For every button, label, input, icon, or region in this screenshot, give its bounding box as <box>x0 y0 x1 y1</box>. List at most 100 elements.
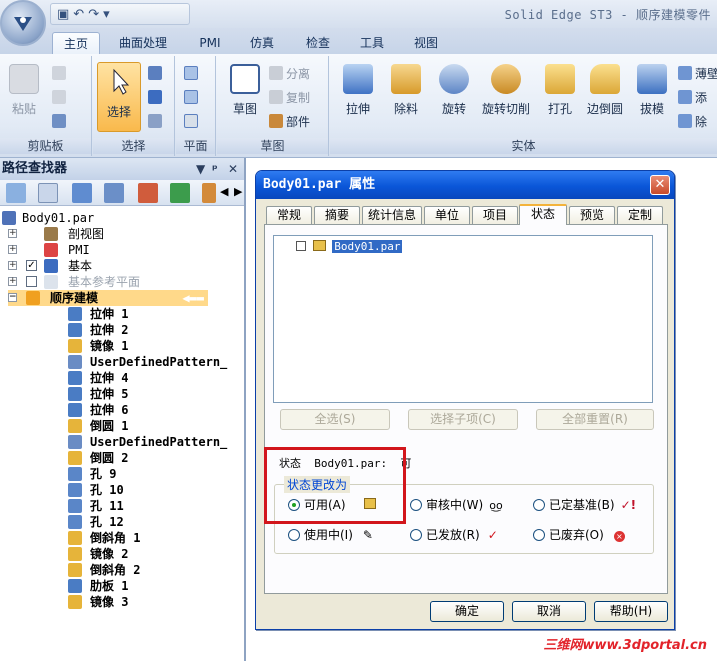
tree-feature[interactable]: UserDefinedPattern_ <box>68 434 227 450</box>
remove-icon <box>678 114 692 128</box>
tab-project[interactable]: 项目 <box>472 206 518 224</box>
layers-icon[interactable] <box>6 183 26 203</box>
radio-in-work[interactable]: 使用中(I) ✎ <box>288 527 373 543</box>
redo-icon[interactable]: ↷ <box>88 7 99 22</box>
draft-button[interactable]: 拔模 <box>632 64 672 117</box>
tab-general[interactable]: 常规 <box>266 206 312 224</box>
tab-surfacing[interactable]: 曲面处理 <box>108 32 178 54</box>
customize-qat-icon[interactable]: ▾ <box>103 7 110 22</box>
tree-feature[interactable]: 倒斜角 2 <box>68 562 140 578</box>
help-button[interactable]: 帮助(H) <box>594 601 668 622</box>
select-button[interactable]: 选择 <box>97 62 141 132</box>
tab-inspect[interactable]: 检查 <box>296 32 340 54</box>
sensors-icon[interactable] <box>138 183 158 203</box>
tree-feature[interactable]: 拉伸 6 <box>68 402 128 418</box>
application-button[interactable] <box>0 0 46 46</box>
tree-feature[interactable]: UserDefinedPattern_ <box>68 354 227 370</box>
pin-icon[interactable]: ᵖ <box>212 158 218 180</box>
cancel-button[interactable]: 取消 <box>512 601 586 622</box>
tree-feature[interactable]: 倒圆 2 <box>68 450 128 466</box>
filter-icon[interactable] <box>148 88 165 108</box>
select-all-button[interactable]: 全选(S) <box>280 409 390 430</box>
undo-icon[interactable]: ↶ <box>73 7 84 22</box>
tab-tools[interactable]: 工具 <box>350 32 394 54</box>
tree-item-ref-planes[interactable]: + 基本参考平面 <box>8 274 140 290</box>
document-list[interactable]: Body01.par <box>273 235 653 403</box>
pane-menu-icon[interactable]: ▼ <box>196 158 205 180</box>
tree-item-section[interactable]: + 剖视图 <box>8 226 104 242</box>
radio-in-review[interactable]: 审核中(W) o͜o <box>410 497 503 513</box>
thin-wall-button[interactable]: 薄壁 <box>678 64 717 84</box>
extrude-button[interactable]: 拉伸 <box>338 64 378 117</box>
list-item[interactable]: Body01.par <box>296 240 403 253</box>
tree-feature[interactable]: 拉伸 1 <box>68 306 128 322</box>
tree-feature[interactable]: 孔 12 <box>68 514 124 530</box>
tab-simulation[interactable]: 仿真 <box>240 32 284 54</box>
revolve-cut-button[interactable]: 旋转切削 <box>480 64 532 117</box>
revolve-button[interactable]: 旋转 <box>434 64 474 117</box>
lock-icon <box>312 240 326 251</box>
tree-feature[interactable]: 肋板 1 <box>68 578 128 594</box>
more-icon[interactable] <box>202 183 216 203</box>
results-icon[interactable] <box>170 183 190 203</box>
cut-button[interactable]: 除料 <box>386 64 426 117</box>
tree-feature[interactable]: 镜像 3 <box>68 594 128 610</box>
save-icon[interactable]: ▣ <box>57 7 69 22</box>
remove-button[interactable]: 除 <box>678 112 707 132</box>
select-tools-icon[interactable] <box>148 112 165 132</box>
copy-button[interactable]: 复制 <box>269 88 310 108</box>
tab-view[interactable]: 视图 <box>404 32 448 54</box>
round-button[interactable]: 边倒圆 <box>582 64 628 117</box>
add-button[interactable]: 添 <box>678 88 707 108</box>
copy-icon[interactable] <box>52 88 69 108</box>
tree-feature[interactable]: 孔 9 <box>68 466 116 482</box>
tab-home[interactable]: 主页 <box>52 32 100 54</box>
tree-feature[interactable]: 镜像 1 <box>68 338 128 354</box>
tab-status[interactable]: 状态 <box>519 204 567 225</box>
part-button[interactable]: 部件 <box>269 112 310 132</box>
dialog-title: Body01.par 属性 <box>263 177 376 192</box>
tree-feature[interactable]: 拉伸 5 <box>68 386 128 402</box>
tree-root[interactable]: Body01.par <box>2 210 94 226</box>
parts-icon[interactable] <box>104 183 124 203</box>
radio-released[interactable]: 已发放(R) ✓ <box>410 527 498 543</box>
cut-icon[interactable] <box>52 64 69 84</box>
tree-item-pmi[interactable]: + PMI <box>8 242 90 258</box>
tree-feature[interactable]: 倒斜角 1 <box>68 530 140 546</box>
radio-baselined[interactable]: 已定基准(B) ✓! <box>533 497 636 513</box>
tab-preview[interactable]: 预览 <box>569 206 615 224</box>
radio-obsolete[interactable]: 已废弃(O) × <box>533 527 625 543</box>
tree-feature[interactable]: 孔 11 <box>68 498 124 514</box>
coordinate-system-icon[interactable] <box>184 112 201 132</box>
tree-feature[interactable]: 孔 10 <box>68 482 124 498</box>
paste-button[interactable]: 粘贴 <box>4 64 44 117</box>
split-button[interactable]: 分离 <box>269 64 310 84</box>
tree-feature[interactable]: 镜像 2 <box>68 546 128 562</box>
pathfinder-tree-icon[interactable] <box>38 183 58 203</box>
tab-custom[interactable]: 定制 <box>617 206 663 224</box>
tab-summary[interactable]: 摘要 <box>314 206 360 224</box>
close-pane-icon[interactable]: ✕ <box>228 158 238 180</box>
select-children-button[interactable]: 选择子项(C) <box>408 409 518 430</box>
tab-pmi[interactable]: PMI <box>190 32 230 54</box>
sketch-button[interactable]: 草图 <box>225 64 265 117</box>
copy-part-icon <box>269 90 283 104</box>
close-icon[interactable]: ✕ <box>650 175 670 195</box>
tree-item-ordered[interactable]: − 顺序建模 ◀▬▬ <box>8 290 208 306</box>
hole-button[interactable]: 打孔 <box>540 64 580 117</box>
select-filter-icon[interactable] <box>148 64 165 84</box>
format-painter-icon[interactable] <box>52 112 69 132</box>
scroll-left-icon[interactable]: ◀ <box>220 185 228 198</box>
reset-all-button[interactable]: 全部重置(R) <box>536 409 654 430</box>
coincident-plane-icon[interactable] <box>184 88 201 108</box>
tab-statistics[interactable]: 统计信息 <box>362 206 422 224</box>
tree-feature[interactable]: 倒圆 1 <box>68 418 128 434</box>
features-icon[interactable] <box>72 183 92 203</box>
tab-units[interactable]: 单位 <box>424 206 470 224</box>
scroll-right-icon[interactable]: ▶ <box>234 185 242 198</box>
tree-feature[interactable]: 拉伸 4 <box>68 370 128 386</box>
plane-icon[interactable] <box>184 64 201 84</box>
tree-feature[interactable]: 拉伸 2 <box>68 322 128 338</box>
tree-item-base[interactable]: + ✓ 基本 <box>8 258 92 274</box>
ok-button[interactable]: 确定 <box>430 601 504 622</box>
